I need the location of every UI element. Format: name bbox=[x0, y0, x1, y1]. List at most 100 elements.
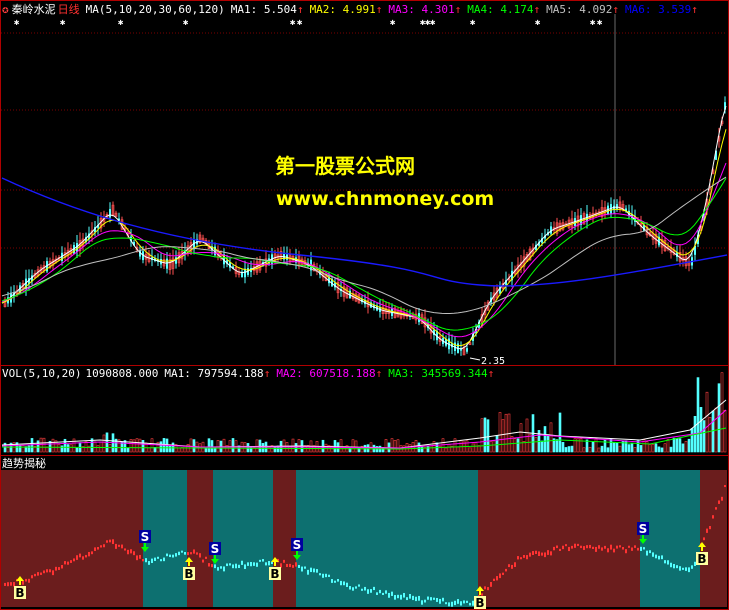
volume-bar bbox=[678, 438, 682, 453]
trend-dot bbox=[334, 580, 336, 583]
signal-star: ✱ bbox=[535, 18, 541, 28]
trend-dot bbox=[406, 597, 408, 601]
volume-bar bbox=[669, 446, 673, 453]
volume-bar bbox=[126, 447, 130, 453]
trend-dot bbox=[418, 595, 420, 601]
trend-zone-5 bbox=[296, 470, 478, 607]
trend-dot bbox=[286, 563, 288, 567]
trend-dot bbox=[298, 564, 300, 568]
volume-bar bbox=[624, 440, 628, 453]
trend-dot bbox=[427, 596, 429, 600]
sell-label: S bbox=[211, 542, 220, 556]
trend-dot bbox=[403, 592, 405, 598]
volume-bar bbox=[150, 438, 154, 453]
volume-bar bbox=[696, 377, 700, 453]
trend-dot bbox=[394, 595, 396, 600]
trend-dot bbox=[562, 545, 564, 550]
volume-bar bbox=[699, 407, 703, 453]
trend-dot bbox=[295, 562, 297, 567]
trend-zone-7 bbox=[640, 470, 700, 607]
trend-dot bbox=[391, 591, 393, 596]
trend-dot bbox=[592, 546, 594, 550]
sell-label: S bbox=[639, 522, 648, 536]
signal-star: ✱ bbox=[390, 18, 396, 28]
trend-dot bbox=[292, 565, 294, 568]
trend-dot bbox=[25, 578, 27, 582]
volume-bar bbox=[75, 447, 79, 453]
volume-bar bbox=[570, 445, 574, 453]
volume-bar bbox=[582, 447, 586, 453]
trend-dot bbox=[136, 555, 138, 561]
trend-dot bbox=[421, 600, 423, 605]
trend-dot bbox=[472, 600, 474, 606]
trend-dot bbox=[34, 573, 36, 577]
trend-dot bbox=[517, 556, 519, 560]
volume-bar bbox=[564, 447, 568, 453]
trend-dot bbox=[37, 572, 39, 576]
trend-dot bbox=[445, 602, 447, 605]
trend-dot bbox=[457, 599, 459, 604]
trend-dot bbox=[373, 586, 375, 591]
volume-bar bbox=[498, 412, 502, 453]
chart-canvas[interactable]: 2.35✱ ✱ ✱ ✱ ✱ ✱ ✱ ✱ ✱ ✱ ✱ ✱ ✱ ✱BB BBBSS SS bbox=[0, 0, 729, 610]
trend-dot bbox=[526, 555, 528, 560]
trend-dot bbox=[64, 561, 66, 565]
trend-dot bbox=[181, 550, 183, 553]
trend-dot bbox=[178, 551, 180, 556]
volume-bar bbox=[102, 434, 106, 453]
trend-dot bbox=[160, 559, 162, 562]
trend-dot bbox=[40, 572, 42, 575]
trend-dot bbox=[463, 600, 465, 604]
trend-dot bbox=[541, 552, 543, 556]
trend-dot bbox=[52, 570, 54, 576]
volume-bar bbox=[141, 440, 145, 453]
trend-dot bbox=[370, 589, 372, 593]
trend-dot bbox=[154, 557, 156, 561]
trend-dot bbox=[361, 588, 363, 591]
trend-dot bbox=[505, 568, 507, 572]
trend-dot bbox=[484, 586, 486, 590]
volume-bar bbox=[210, 440, 214, 453]
volume-bar bbox=[63, 438, 67, 453]
volume-bar bbox=[39, 437, 43, 453]
trend-dot bbox=[331, 579, 333, 583]
volume-bar bbox=[183, 445, 187, 453]
volume-bar bbox=[36, 440, 40, 453]
volume-bar bbox=[441, 438, 445, 453]
trend-dot bbox=[385, 590, 387, 594]
volume-bar bbox=[480, 418, 484, 453]
volume-bar bbox=[231, 438, 235, 453]
watermark-title: 第一股票公式网 bbox=[275, 154, 415, 178]
volume-bar bbox=[60, 445, 64, 453]
volume-bar bbox=[129, 439, 133, 453]
trend-dot bbox=[460, 601, 462, 606]
trend-dot bbox=[100, 545, 102, 548]
trend-dot bbox=[139, 554, 141, 559]
trend-dot bbox=[358, 584, 360, 587]
trend-dot bbox=[721, 496, 723, 501]
trend-dot bbox=[31, 575, 33, 579]
trend-dot bbox=[574, 543, 576, 548]
trend-dot bbox=[685, 567, 687, 571]
trend-dot bbox=[163, 557, 165, 562]
volume-bar bbox=[6, 447, 10, 453]
trend-dot bbox=[616, 545, 618, 549]
trend-dot bbox=[514, 562, 516, 567]
sell-label: S bbox=[141, 530, 150, 544]
volume-bar bbox=[192, 439, 196, 453]
trend-dot bbox=[301, 566, 303, 572]
volume-bar bbox=[609, 438, 613, 453]
trend-dot bbox=[550, 551, 552, 556]
volume-bar bbox=[675, 438, 679, 453]
volume-bar bbox=[489, 441, 493, 453]
trend-dot bbox=[97, 546, 99, 550]
volume-bar bbox=[612, 441, 616, 453]
trend-dot bbox=[706, 528, 708, 533]
trend-dot bbox=[649, 550, 651, 554]
volume-bar bbox=[504, 413, 508, 453]
volume-bar bbox=[393, 440, 397, 453]
trend-dot bbox=[91, 551, 93, 555]
trend-dot bbox=[559, 548, 561, 551]
trend-dot bbox=[115, 543, 117, 549]
trend-zone-3 bbox=[213, 470, 273, 607]
